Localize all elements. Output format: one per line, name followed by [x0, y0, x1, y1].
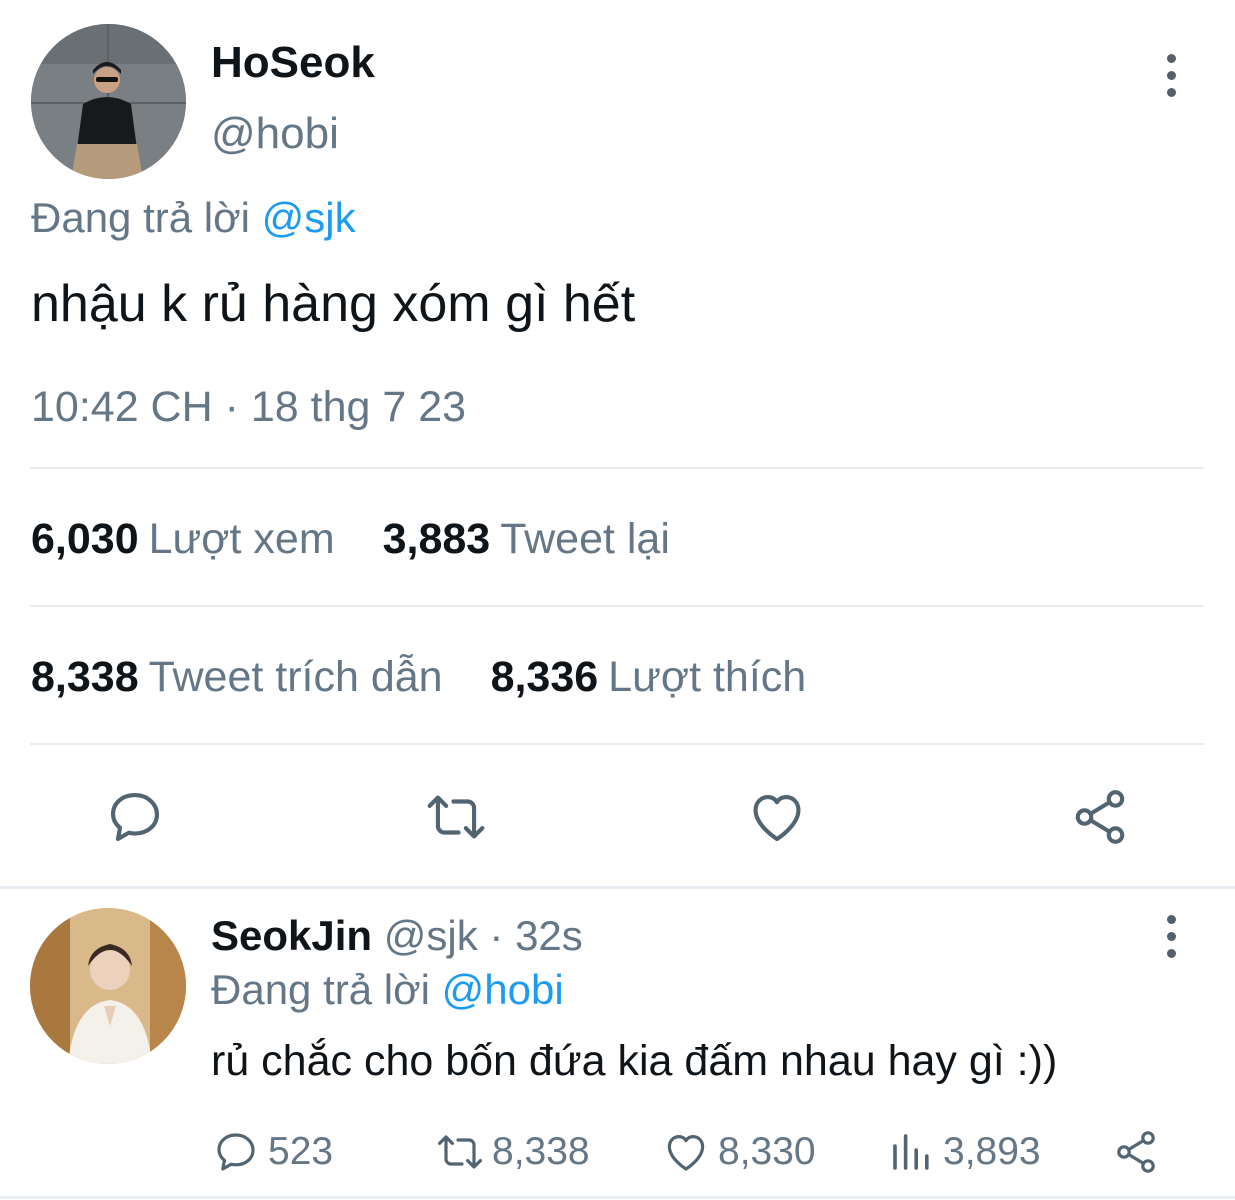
tweet-time[interactable]: 32s — [515, 912, 583, 959]
replying-to-label: Đang trả lời — [31, 194, 250, 241]
heart-icon — [753, 795, 801, 842]
quotes-count: 8,338 — [31, 653, 139, 701]
profile-photo-seokjin — [30, 908, 186, 1064]
tweet-text: rủ chắc cho bốn đứa kia đấm nhau hay gì … — [211, 1037, 1058, 1085]
retweet-button[interactable]: 8,338 — [436, 1120, 590, 1184]
retweet-button[interactable] — [421, 782, 491, 852]
mention-link[interactable]: @sjk — [262, 194, 356, 241]
heart-icon — [667, 1135, 705, 1171]
user-handle[interactable]: @hobi — [211, 108, 339, 160]
more-dot-icon — [1166, 914, 1176, 924]
separator-dot: · — [489, 912, 504, 959]
divider — [30, 467, 1204, 469]
user-handle[interactable]: @sjk — [384, 912, 478, 959]
likes-stat[interactable]: 8,336 Lượt thích — [491, 652, 807, 702]
avatar[interactable] — [31, 24, 186, 179]
analytics-icon — [893, 1134, 929, 1170]
views-button[interactable]: 3,893 — [887, 1120, 1041, 1184]
views-stat[interactable]: 6,030 Lượt xem — [31, 514, 335, 564]
reply-button[interactable] — [100, 782, 170, 852]
quotes-label: Tweet trích dẫn — [148, 653, 443, 701]
views-count: 6,030 — [31, 515, 139, 563]
mention-link[interactable]: @hobi — [442, 966, 564, 1013]
divider — [0, 1196, 1235, 1199]
display-name[interactable]: HoSeok — [211, 38, 375, 88]
reply-header: SeokJin @sjk · 32s — [211, 908, 583, 964]
more-options-button[interactable] — [1151, 50, 1191, 100]
retweets-count: 3,883 — [382, 515, 491, 563]
profile-photo-hoseok — [31, 24, 186, 179]
likes-count: 8,336 — [490, 653, 599, 701]
like-count: 8,330 — [718, 1130, 816, 1173]
display-name[interactable]: SeokJin — [211, 912, 372, 959]
avatar[interactable] — [30, 908, 186, 1064]
stats-row: 6,030 Lượt xem 3,883 Tweet lại — [31, 514, 706, 564]
retweet-count: 8,338 — [492, 1130, 590, 1173]
share-button[interactable] — [1112, 1120, 1160, 1184]
tweet-timestamp[interactable]: 10:42 CH · 18 thg 7 23 — [31, 382, 466, 432]
share-icon — [1075, 790, 1125, 844]
more-dot-icon — [1166, 53, 1176, 63]
views-label: Lượt xem — [148, 515, 335, 563]
more-dot-icon — [1166, 87, 1176, 97]
reply-action-bar: 523 8,338 8,330 3,893 — [0, 1120, 1235, 1184]
retweet-icon — [427, 795, 485, 839]
retweet-icon — [438, 1135, 482, 1169]
reply-button[interactable]: 523 — [212, 1120, 333, 1184]
tweet-action-bar — [0, 780, 1235, 860]
share-icon — [1117, 1131, 1155, 1173]
stats-row: 8,338 Tweet trích dẫn 8,336 Lượt thích — [31, 652, 842, 702]
reply-count: 523 — [268, 1130, 334, 1173]
divider — [30, 605, 1204, 607]
divider — [30, 743, 1204, 745]
quotes-stat[interactable]: 8,338 Tweet trích dẫn — [31, 652, 443, 702]
replying-to: Đang trả lời @sjk — [31, 194, 356, 242]
like-button[interactable]: 8,330 — [662, 1120, 816, 1184]
tweet-text: nhậu k rủ hàng xóm gì hết — [31, 275, 636, 333]
reply-icon — [110, 792, 160, 842]
views-count: 3,893 — [943, 1130, 1041, 1173]
retweets-label: Tweet lại — [500, 515, 670, 563]
more-options-button[interactable] — [1151, 911, 1191, 961]
replying-to-label: Đang trả lời — [211, 966, 430, 1013]
share-button[interactable] — [1065, 782, 1135, 852]
replying-to: Đang trả lời @hobi — [211, 966, 564, 1014]
main-tweet: HoSeok @hobi Đang trả lời @sjk nhậu k rủ… — [0, 0, 1235, 888]
reply-icon — [217, 1133, 255, 1171]
more-dot-icon — [1166, 931, 1176, 941]
likes-label: Lượt thích — [608, 653, 807, 701]
more-dot-icon — [1166, 70, 1176, 80]
more-dot-icon — [1166, 948, 1176, 958]
divider — [0, 886, 1235, 889]
like-button[interactable] — [742, 782, 812, 852]
retweets-stat[interactable]: 3,883 Tweet lại — [383, 514, 670, 564]
